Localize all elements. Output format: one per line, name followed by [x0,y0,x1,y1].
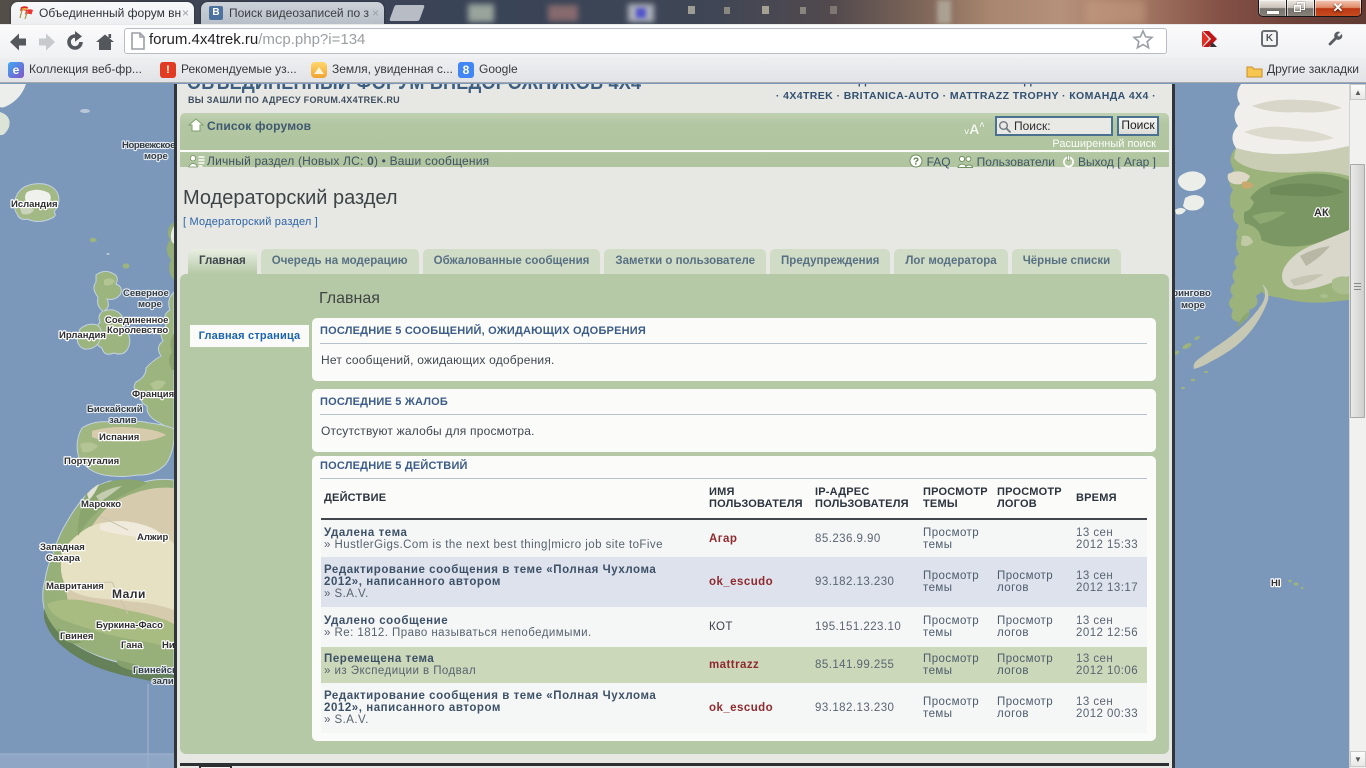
svg-text:Алжир: Алжир [137,532,168,543]
svg-text:Бискайский: Бискайский [87,404,143,415]
svg-text:Марокко: Марокко [81,499,121,510]
svg-text:Ирландия: Ирландия [59,330,106,341]
svg-text:Сахара: Сахара [46,553,81,564]
svg-text:море: море [1181,300,1205,311]
svg-text:?: ? [913,157,919,168]
svg-text:Норвежское: Норвежское [122,140,175,151]
svg-text:Испания: Испания [99,432,139,443]
svg-text:Буркина-Фасо: Буркина-Фасо [96,620,163,631]
svg-text:АК: АК [1314,207,1329,219]
svg-text:море: море [138,299,162,310]
svg-text:Франция: Франция [132,389,174,400]
svg-text:Западная: Западная [40,542,85,553]
svg-text:Португалия: Португалия [64,456,119,467]
svg-text:Королевство: Королевство [107,325,168,336]
svg-text:Мали: Мали [112,587,146,601]
svg-text:Ни: Ни [162,640,175,651]
svg-text:Исландия: Исландия [11,199,58,210]
svg-text:море: море [144,151,168,162]
svg-text:залив: залив [109,415,137,426]
svg-text:Северное: Северное [123,288,169,299]
svg-text:HI: HI [1271,578,1281,589]
svg-text:Гвинея: Гвинея [60,631,93,642]
svg-text:Мавритания: Мавритания [46,581,104,592]
svg-text:Гана: Гана [121,640,143,651]
